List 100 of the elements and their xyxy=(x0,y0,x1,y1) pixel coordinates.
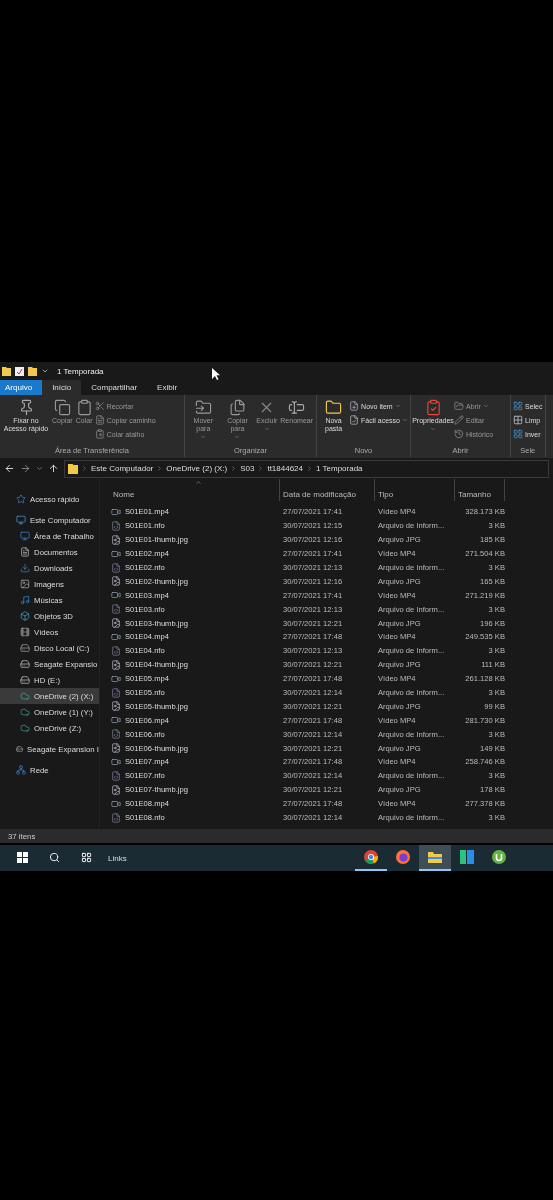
task-view-icon xyxy=(80,851,92,863)
image-file-icon xyxy=(111,576,121,587)
properties-icon xyxy=(15,366,24,376)
image-file-icon xyxy=(111,701,121,712)
video-file-icon xyxy=(111,673,121,684)
caret-icon xyxy=(263,426,270,433)
folder-icon xyxy=(325,399,343,416)
caret-icon xyxy=(394,403,401,409)
breadcrumb-item[interactable]: Este Computador xyxy=(91,464,154,473)
column-label: Data de modificação xyxy=(283,490,356,499)
film-icon xyxy=(20,627,30,637)
edit-icon xyxy=(454,415,464,425)
download-icon xyxy=(20,563,30,573)
ribbon-tab[interactable]: Arquivo xyxy=(0,380,43,395)
caret-icon xyxy=(482,403,489,409)
copy-icon xyxy=(228,399,246,416)
copy-icon xyxy=(53,399,71,416)
grid-icon xyxy=(513,415,523,425)
forward-icon[interactable] xyxy=(20,463,31,474)
move-icon xyxy=(194,399,212,416)
image-file-icon xyxy=(111,618,121,629)
folder-icon xyxy=(2,366,11,376)
nfo-file-icon xyxy=(111,604,121,615)
video-file-icon xyxy=(111,798,121,809)
chrome-icon xyxy=(364,850,378,864)
column-header[interactable]: Data de modificação xyxy=(280,479,375,501)
video-file-icon xyxy=(111,590,121,601)
breadcrumb-item[interactable]: OneDrive (2) (X:) xyxy=(166,464,228,473)
star-icon xyxy=(16,494,26,504)
open-icon xyxy=(454,401,464,411)
drive-icon xyxy=(20,659,30,669)
column-label: Tamanho xyxy=(458,490,491,499)
scissors-icon xyxy=(94,401,105,411)
caret-icon xyxy=(402,417,408,423)
search-icon xyxy=(48,851,60,863)
folder-icon xyxy=(428,851,442,863)
video-file-icon xyxy=(111,715,121,726)
column-label: Nome xyxy=(113,490,135,499)
invert-icon xyxy=(513,429,523,439)
video-file-icon xyxy=(111,756,121,767)
breadcrumb-item[interactable]: 1 Temporada xyxy=(316,464,363,473)
firefox-icon xyxy=(396,850,410,864)
customize-icon[interactable] xyxy=(41,367,49,375)
window-title: 1 Temporada xyxy=(57,366,104,376)
chevron-icon xyxy=(230,465,238,472)
image-file-icon xyxy=(111,743,121,754)
image-file-icon xyxy=(111,534,121,545)
toolbar-label[interactable]: Links xyxy=(108,853,127,863)
properties-icon xyxy=(424,399,442,416)
recent-icon[interactable] xyxy=(36,465,43,472)
back-icon[interactable] xyxy=(4,463,15,474)
column-header[interactable]: Tipo xyxy=(375,479,455,501)
chevron-icon xyxy=(306,465,313,472)
tiles-icon xyxy=(460,850,474,864)
nfo-file-icon xyxy=(111,562,121,573)
video-file-icon xyxy=(111,548,121,559)
monitor-icon xyxy=(16,515,26,525)
select-all-icon xyxy=(513,401,523,411)
document-icon xyxy=(20,547,30,557)
column-header[interactable]: Nome xyxy=(110,479,280,501)
chevron-icon xyxy=(257,465,265,472)
network-icon xyxy=(16,765,26,775)
ribbon-tab[interactable]: Compartilhar xyxy=(81,380,148,395)
nfo-file-icon xyxy=(111,729,121,740)
chevron-icon xyxy=(81,465,88,472)
easy-access-icon xyxy=(349,415,360,425)
image-file-icon xyxy=(111,784,121,795)
folder-icon xyxy=(28,366,37,376)
shortcut-icon xyxy=(94,429,105,439)
breadcrumb-item[interactable]: tt1844624 xyxy=(267,464,303,473)
nfo-file-icon xyxy=(111,687,121,698)
path-icon xyxy=(94,415,105,425)
rename-icon xyxy=(288,399,306,416)
new-item-icon xyxy=(349,401,360,411)
column-label: Tipo xyxy=(378,490,394,499)
nfo-file-icon xyxy=(111,520,121,531)
image-file-icon xyxy=(111,659,121,670)
cursor-icon xyxy=(212,368,220,380)
windows-icon xyxy=(16,851,28,863)
address-bar[interactable]: Este Computador OneDrive (2) (X:) S03 tt1844624 1 Temporada xyxy=(64,459,549,478)
video-file-icon xyxy=(111,631,121,642)
chevron-icon xyxy=(156,465,164,472)
cube-icon xyxy=(20,611,30,621)
nfo-file-icon xyxy=(111,812,121,823)
clipboard-icon xyxy=(75,399,93,416)
drive-icon xyxy=(16,744,24,754)
caret-icon xyxy=(200,434,207,441)
column-header[interactable]: Tamanho xyxy=(455,479,505,501)
up-icon[interactable] xyxy=(48,463,59,474)
nfo-file-icon xyxy=(111,645,121,656)
folder-icon xyxy=(68,463,78,474)
video-file-icon xyxy=(111,506,121,517)
caret-icon xyxy=(430,426,436,433)
history-icon xyxy=(454,429,464,439)
nfo-file-icon xyxy=(111,770,121,781)
ribbon-tab[interactable]: Início xyxy=(42,380,82,395)
caret-icon xyxy=(234,434,241,441)
ribbon-tab[interactable]: Exibir xyxy=(147,380,188,395)
breadcrumb-item[interactable]: S03 xyxy=(240,464,255,473)
music-icon xyxy=(20,595,30,605)
